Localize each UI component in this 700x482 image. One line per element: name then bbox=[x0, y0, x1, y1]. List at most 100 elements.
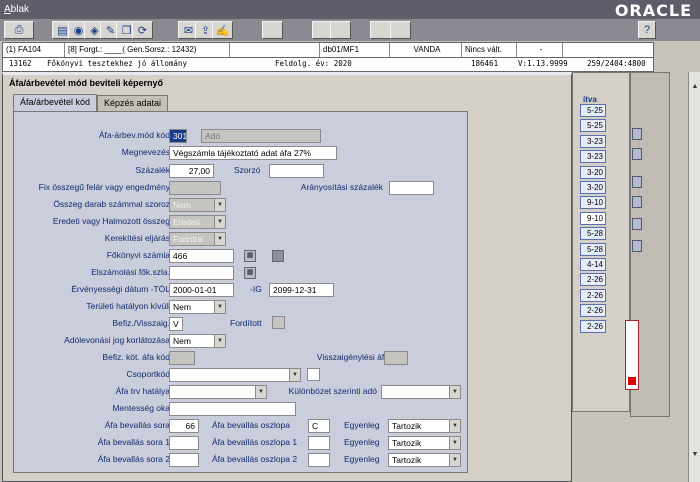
background-cell: 3-20 bbox=[580, 165, 606, 179]
kulonbozet-select[interactable]: ▼ bbox=[381, 385, 461, 399]
chevron-down-icon: ▼ bbox=[214, 199, 225, 211]
fix-field bbox=[169, 181, 221, 195]
lov-icon[interactable]: ▦ bbox=[244, 250, 256, 262]
chevron-down-icon[interactable]: ▼ bbox=[214, 335, 225, 347]
megnevezes-field[interactable]: Végszámla tájékoztató adat áfa 27% bbox=[169, 146, 337, 160]
egyenleg-label: Egyenleg bbox=[344, 437, 380, 447]
row2-year: Feldolg. év: 2020 bbox=[275, 59, 352, 68]
ig-label: -IG bbox=[250, 284, 262, 294]
forditott-checkbox[interactable] bbox=[272, 316, 285, 329]
db-name: db01/MF1 bbox=[320, 43, 390, 57]
egyenleg-value: Tartozik bbox=[392, 421, 422, 431]
chevron-down-icon[interactable]: ▼ bbox=[449, 386, 460, 398]
row2-version: V:1.13.9999 bbox=[518, 59, 568, 68]
chevron-down-icon[interactable]: ▼ bbox=[449, 420, 460, 432]
aranyositasi-label: Arányosítási százalék bbox=[300, 182, 383, 192]
kulonbozet-label: Különbözet szerinti adó bbox=[288, 386, 377, 396]
scrollbar[interactable]: ▲ ▼ bbox=[688, 72, 700, 482]
scroll-up-icon[interactable]: ▲ bbox=[690, 82, 700, 92]
ervenyessegi-ig-field[interactable]: 2099-12-31 bbox=[269, 283, 334, 297]
szazalek-field[interactable]: 27,00 bbox=[169, 164, 214, 178]
blank-icon[interactable]: . bbox=[262, 21, 283, 39]
bevallas-sora-field[interactable]: 66 bbox=[169, 419, 199, 433]
osszeg-darab-select: Nem ▼ bbox=[169, 198, 226, 212]
background-button bbox=[632, 148, 642, 160]
tab-panel: Áfa-árbev.mód kód 301 Adó Megnevezés Vég… bbox=[13, 111, 468, 473]
ervenyessegi-tol-field[interactable]: 2000-01-01 bbox=[169, 283, 234, 297]
befiz-kot-label: Befiz. köt. áfa kód bbox=[102, 352, 170, 362]
tab-kepzes-adatai[interactable]: Képzés adatai bbox=[97, 95, 169, 111]
osszeg-darab-value: Nem bbox=[173, 200, 191, 210]
egyenleg-select[interactable]: Tartozik ▼ bbox=[388, 419, 461, 433]
background-cell: 5-25 bbox=[580, 119, 606, 133]
egyenleg-select[interactable]: Tartozik ▼ bbox=[388, 436, 461, 450]
row2-desc: Főkönyvi tesztekhez jó állomány bbox=[47, 59, 187, 68]
befiz-label: Befiz./Visszaig. bbox=[112, 318, 170, 328]
csoportkod-select[interactable]: ▼ bbox=[169, 368, 301, 382]
background-cell: 9-10 bbox=[580, 211, 606, 225]
scroll-down-icon[interactable]: ▼ bbox=[690, 450, 700, 460]
csoportkod-checkbox[interactable] bbox=[307, 368, 320, 381]
szorzo-label: Szorzó bbox=[234, 165, 261, 175]
background-button bbox=[632, 196, 642, 208]
dialog-title: Áfa/árbevétel mód beviteli képernyő bbox=[9, 78, 164, 88]
elszamolasi-label: Elszámolási fők.szla. bbox=[91, 267, 170, 277]
bevallas-oszlopa-field[interactable]: C bbox=[308, 419, 330, 433]
teruleti-label: Területi hatályon kívüli bbox=[86, 301, 170, 311]
teruleti-select[interactable]: Nem ▼ bbox=[169, 300, 226, 314]
bevallas-sora2-field[interactable] bbox=[169, 453, 199, 467]
background-cell: 2-26 bbox=[580, 304, 606, 318]
befiz-kot-field bbox=[169, 351, 195, 365]
background-button bbox=[632, 128, 642, 140]
mentesseg-field[interactable] bbox=[169, 402, 296, 416]
bevallas-oszlopa1-field[interactable] bbox=[308, 436, 330, 450]
background-button bbox=[632, 176, 642, 188]
bevallas-oszlopa2-field[interactable] bbox=[308, 453, 330, 467]
afa-kod-field[interactable]: 301 bbox=[169, 129, 187, 143]
background-cell: 5-28 bbox=[580, 227, 606, 241]
red-marker bbox=[628, 377, 636, 385]
signature-icon[interactable]: ✍ bbox=[212, 21, 233, 39]
blank-icon[interactable]: . bbox=[370, 21, 391, 39]
szazalek-label: Százalék bbox=[135, 165, 171, 175]
menu-ablak[interactable]: Ablak bbox=[4, 4, 29, 15]
printer-icon[interactable]: ⎙ bbox=[4, 21, 34, 39]
valt-status: Nincs vált. bbox=[462, 43, 517, 57]
eredeti-select: Eredeti ▼ bbox=[169, 215, 226, 229]
dash-cell: - bbox=[517, 43, 563, 57]
befiz-field[interactable]: V bbox=[169, 317, 183, 331]
egyenleg-select[interactable]: Tartozik ▼ bbox=[388, 453, 461, 467]
afa-dialog: Áfa/árbevétel mód beviteli képernyő Áfa/… bbox=[2, 72, 572, 482]
lov-icon[interactable]: ▦ bbox=[244, 267, 256, 279]
chevron-down-icon[interactable]: ▼ bbox=[214, 301, 225, 313]
chevron-down-icon[interactable]: ▼ bbox=[449, 454, 460, 466]
background-cell: 2-26 bbox=[580, 273, 606, 287]
fix-label: Fix összegű felár vagy engedmény bbox=[38, 182, 170, 192]
row2-id: 13162 bbox=[9, 59, 32, 68]
help-icon[interactable]: ? bbox=[638, 21, 656, 39]
fokonyvi-field[interactable]: 466 bbox=[169, 249, 234, 263]
blank-icon[interactable]: . bbox=[330, 21, 351, 39]
bevallas-sora1-field[interactable] bbox=[169, 436, 199, 450]
adolevonasi-select[interactable]: Nem ▼ bbox=[169, 334, 226, 348]
background-cell: 2-26 bbox=[580, 319, 606, 333]
background-cell: 3-20 bbox=[580, 181, 606, 194]
blank-icon[interactable]: . bbox=[390, 21, 411, 39]
background-red-panel bbox=[625, 320, 639, 390]
title-bar: Ablak ORACLE bbox=[0, 0, 700, 20]
chevron-down-icon[interactable]: ▼ bbox=[289, 369, 300, 381]
background-cell: 4-14 bbox=[580, 258, 606, 271]
chevron-down-icon[interactable]: ▼ bbox=[449, 437, 460, 449]
chevron-down-icon: ▼ bbox=[214, 233, 225, 245]
szorzo-field[interactable] bbox=[269, 164, 324, 178]
egyenleg-value: Tartozik bbox=[392, 455, 422, 465]
fokonyvi-label: Főkönyvi számla bbox=[106, 250, 170, 260]
chevron-down-icon[interactable]: ▼ bbox=[255, 386, 266, 398]
eredeti-value: Eredeti bbox=[173, 217, 200, 227]
elszamolasi-field[interactable] bbox=[169, 266, 234, 280]
refresh-icon[interactable]: ⟳ bbox=[132, 21, 153, 39]
row2-num: 186461 bbox=[471, 59, 499, 68]
aranyositasi-field[interactable] bbox=[389, 181, 434, 195]
tab-afa-kod[interactable]: Áfa/árbevétel kód bbox=[13, 94, 98, 112]
afa-trv-select[interactable]: ▼ bbox=[169, 385, 267, 399]
